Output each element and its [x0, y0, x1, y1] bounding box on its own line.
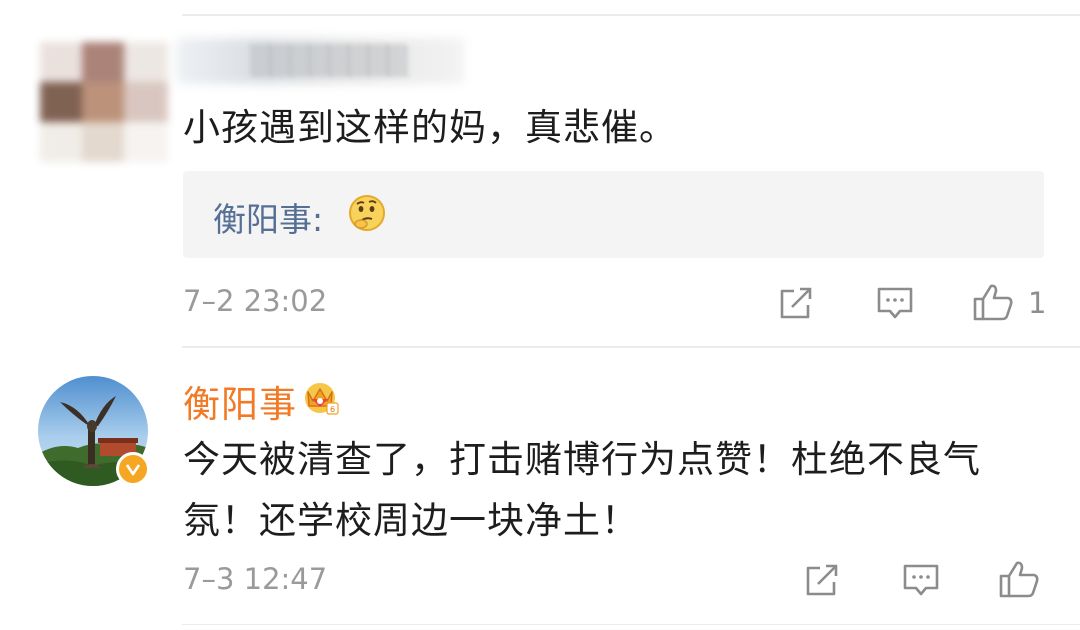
share-button[interactable]	[804, 562, 840, 598]
share-icon	[780, 287, 812, 319]
avatar-blurred[interactable]	[40, 42, 168, 162]
svg-text:6: 6	[330, 405, 335, 414]
thumbs-up-icon	[973, 284, 1013, 321]
comment-author[interactable]: 衡阳事	[183, 374, 297, 428]
top-divider	[182, 14, 1080, 16]
comment-timestamp: 7–3 12:47	[183, 562, 328, 596]
reply-button[interactable]	[876, 285, 914, 321]
comment-text-line: 氛！还学校周边一块净土！	[183, 499, 639, 542]
crown-vip-icon[interactable]: 6	[300, 377, 340, 417]
comment-timestamp: 7–2 23:02	[183, 284, 328, 318]
thumbs-up-icon	[999, 561, 1039, 598]
username-blurred-glyphs: ▒▒▒▒▒▒▒▒	[250, 44, 408, 77]
comment-icon	[903, 564, 939, 596]
comment-icon	[877, 287, 913, 319]
like-count: 1	[1028, 286, 1047, 320]
verified-badge-icon	[116, 452, 150, 486]
comment-divider	[182, 346, 1080, 348]
reply-preview[interactable]: 衡阳事:	[183, 171, 1044, 258]
reply-author[interactable]: 衡阳事:	[213, 193, 323, 241]
share-icon	[806, 564, 838, 596]
comment-text: 小孩遇到这样的妈，真悲催。	[183, 106, 677, 149]
bottom-divider	[182, 624, 1080, 625]
share-button[interactable]	[778, 285, 814, 321]
like-button[interactable]	[998, 559, 1040, 599]
thinking-face-emoji	[349, 195, 385, 231]
reply-button[interactable]	[902, 562, 940, 598]
like-button[interactable]	[972, 282, 1014, 322]
comment-text-line: 今天被清查了，打击赌博行为点赞！杜绝不良气	[183, 438, 981, 481]
